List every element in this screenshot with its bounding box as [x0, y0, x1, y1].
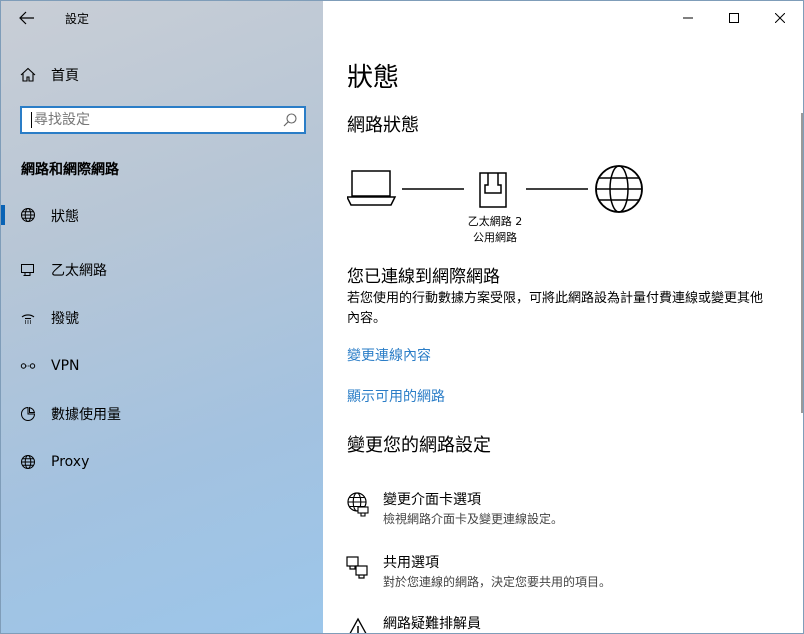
- laptop-icon: [347, 170, 397, 206]
- titlebar: 設定: [1, 1, 323, 35]
- dialup-icon: [19, 309, 37, 327]
- sidebar-item-proxy[interactable]: Proxy: [1, 438, 323, 486]
- option-description: 檢視網路介面卡及變更連線設定。: [383, 512, 564, 526]
- sidebar-item-data-usage[interactable]: 數據使用量: [1, 390, 323, 438]
- sidebar-item-dialup[interactable]: 撥號: [1, 294, 323, 342]
- settings-window: 設定 首頁 尋找設定 網路和網際網路 狀態 乙太網路 撥號 VPN 數據使用量 …: [0, 0, 804, 634]
- adapter-caption: 乙太網路 2 公用網路: [443, 214, 547, 246]
- connected-description: 若您使用的行動數據方案受限，可將此網路設為計量付費連線或變更其他內容。: [347, 291, 764, 326]
- sidebar-item-ethernet[interactable]: 乙太網路: [1, 246, 323, 294]
- home-link[interactable]: 首頁: [19, 63, 79, 87]
- option-title: 變更介面卡選項: [383, 492, 481, 508]
- globe-icon: [19, 453, 37, 471]
- home-label: 首頁: [51, 68, 79, 84]
- minimize-icon: [683, 17, 693, 19]
- sidebar-item-label: 撥號: [51, 311, 79, 327]
- sidebar-item-label: VPN: [51, 358, 80, 374]
- warning-icon: [349, 617, 367, 633]
- window-controls: [665, 1, 803, 35]
- option-title: 網路疑難排解員: [383, 616, 481, 632]
- page-title: 狀態: [347, 63, 400, 93]
- option-sharing[interactable]: 共用選項 對於您連線的網路，決定您要共用的項目。: [345, 552, 785, 592]
- data-usage-icon: [19, 405, 37, 423]
- network-type: 公用網路: [473, 231, 517, 244]
- sidebar-item-label: Proxy: [51, 454, 90, 470]
- sidebar-item-label: 狀態: [51, 209, 79, 225]
- minimize-button[interactable]: [665, 1, 711, 35]
- option-adapter[interactable]: 變更介面卡選項 檢視網路介面卡及變更連線設定。: [345, 489, 785, 529]
- search-box[interactable]: 尋找設定: [20, 106, 306, 134]
- search-input[interactable]: 尋找設定: [31, 112, 282, 128]
- back-arrow-icon: [19, 11, 34, 25]
- sidebar-item-label: 乙太網路: [51, 263, 107, 279]
- change-connection-properties-link[interactable]: 變更連線內容: [347, 345, 431, 365]
- option-title: 共用選項: [383, 555, 439, 571]
- adapter-name: 乙太網路 2: [467, 215, 523, 228]
- sidebar-nav: 狀態 乙太網路 撥號 VPN 數據使用量 Proxy: [1, 198, 323, 486]
- sidebar-item-status[interactable]: 狀態: [1, 198, 323, 246]
- globe-icon: [19, 206, 37, 224]
- show-available-networks-link[interactable]: 顯示可用的網路: [347, 386, 445, 406]
- change-settings-heading: 變更您的網路設定: [347, 435, 491, 456]
- option-troubleshooter[interactable]: 網路疑難排解員: [345, 613, 785, 633]
- close-icon: [775, 13, 785, 23]
- close-button[interactable]: [757, 1, 803, 35]
- home-icon: [20, 67, 36, 82]
- sharing-icon: [346, 556, 368, 579]
- window-title: 設定: [65, 12, 90, 26]
- vpn-icon: [19, 357, 37, 375]
- network-status-heading: 網路狀態: [347, 115, 419, 136]
- ethernet-port-icon: [479, 172, 507, 208]
- section-title: 網路和網際網路: [21, 162, 119, 178]
- globe-icon: [595, 165, 643, 213]
- back-button[interactable]: [15, 7, 39, 29]
- maximize-button[interactable]: [711, 1, 757, 35]
- connected-title: 您已連線到網際網路: [347, 267, 500, 287]
- option-description: 對於您連線的網路，決定您要共用的項目。: [383, 575, 612, 589]
- scrollbar[interactable]: [799, 41, 803, 413]
- sidebar-item-label: 數據使用量: [51, 407, 121, 423]
- sidebar: 設定 首頁 尋找設定 網路和網際網路 狀態 乙太網路 撥號 VPN 數據使用量 …: [1, 1, 323, 633]
- ethernet-icon: [19, 261, 37, 279]
- sidebar-item-vpn[interactable]: VPN: [1, 342, 323, 390]
- scrollbar-thumb[interactable]: [801, 113, 803, 413]
- search-icon[interactable]: [282, 112, 298, 128]
- main-content: 狀態 網路狀態 乙太網路 2 公用網路 您已連線到網際網路 若您使用的行動數據方…: [323, 1, 803, 633]
- maximize-icon: [729, 13, 739, 23]
- adapter-globe-icon: [347, 492, 369, 517]
